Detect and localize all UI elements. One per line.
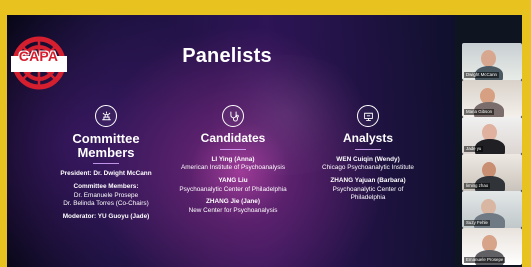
committee-heading: Committee Members <box>52 132 160 159</box>
participant-tile-dwight-mccann[interactable]: Dwight McCann <box>462 43 522 80</box>
committee-heading-line-2: Members <box>77 144 135 160</box>
analysts-heading: Analysts <box>342 131 394 145</box>
participant-tile-emanuele-prosepe[interactable]: Emanuele Prosepe <box>462 228 522 265</box>
candidate-zhang-jie: ZHANG Jie (Jane) <box>206 198 260 206</box>
committee-heading-line-1: Committee <box>72 131 140 146</box>
committee-moderator: Moderator: YU Guoyu (Jade) <box>62 212 150 220</box>
committee-president: President: Dr. Dwight McCann <box>60 170 152 178</box>
shared-slide: CAPA Panelists Committee Members Preside… <box>7 15 455 267</box>
candidate-li-ying: LI Ying (Anna) <box>211 155 255 163</box>
analyst-zhang-yajuan: ZHANG Yajuan (Barbara) <box>330 176 406 184</box>
participant-avatar <box>481 50 496 67</box>
participant-name: Dwight McCann <box>464 72 499 78</box>
committee-members-label: Committee Members: <box>73 182 139 190</box>
analyst-wen-cuiqin: WEN Cuiqin (Wendy) <box>336 155 400 163</box>
analysts-column: Analysts WEN Cuiqin (Wendy) Chicago Psyc… <box>312 105 424 203</box>
participant-tile-jade-yu[interactable]: Jade yu <box>462 117 522 154</box>
participant-video-strip[interactable]: Dwight McCann Maria Gibson Jade yu limin… <box>462 43 522 265</box>
committee-divider <box>93 163 119 165</box>
video-call-frame: CAPA Panelists Committee Members Preside… <box>0 0 531 267</box>
participant-tile-liming-zhao[interactable]: liming zhao <box>462 154 522 191</box>
video-call-screen: CAPA Panelists Committee Members Preside… <box>7 15 522 267</box>
analysts-divider <box>355 148 381 150</box>
participant-name: Suzy Fehle <box>464 220 490 226</box>
committee-column: Committee Members President: Dr. Dwight … <box>52 105 160 221</box>
analyst-wen-cuiqin-institute: Chicago Psychoanalytic Institute <box>321 164 414 172</box>
candidate-li-ying-institute: American Institute of Psychoanalysis <box>180 164 286 172</box>
participant-tile-maria-gibson[interactable]: Maria Gibson <box>462 80 522 117</box>
presentation-icon <box>357 105 379 127</box>
candidates-divider <box>220 148 246 150</box>
slide-title: Panelists <box>182 45 272 67</box>
participant-name: liming zhao <box>464 183 491 189</box>
logo-text: CAPA <box>18 48 59 64</box>
committee-member-emanuele: Dr. Emanuele Prosepe <box>73 191 139 199</box>
candidates-heading: Candidates <box>200 131 266 145</box>
analyst-zhang-yajuan-institute-line-1: Psychoanalytic Center of <box>332 185 404 193</box>
stethoscope-icon <box>222 105 244 127</box>
participant-tile-suzy-fehle[interactable]: Suzy Fehle <box>462 191 522 228</box>
participant-name: Emanuele Prosepe <box>464 257 506 263</box>
candidate-zhang-jie-institute: New Center for Psychoanalysis <box>188 206 278 214</box>
committee-icon <box>95 105 117 127</box>
committee-member-belinda: Dr. Belinda Torres (Co-Chairs) <box>63 200 149 208</box>
candidate-yang-liu: YANG Liu <box>218 176 248 184</box>
candidates-column: Candidates LI Ying (Anna) American Insti… <box>170 105 296 215</box>
analyst-zhang-yajuan-institute-line-2: Philadelphia <box>350 194 386 202</box>
candidate-yang-liu-institute: Psychoanalytic Center of Philadelphia <box>179 185 287 193</box>
participant-name: Jade yu <box>464 146 484 152</box>
participant-name: Maria Gibson <box>464 109 495 115</box>
